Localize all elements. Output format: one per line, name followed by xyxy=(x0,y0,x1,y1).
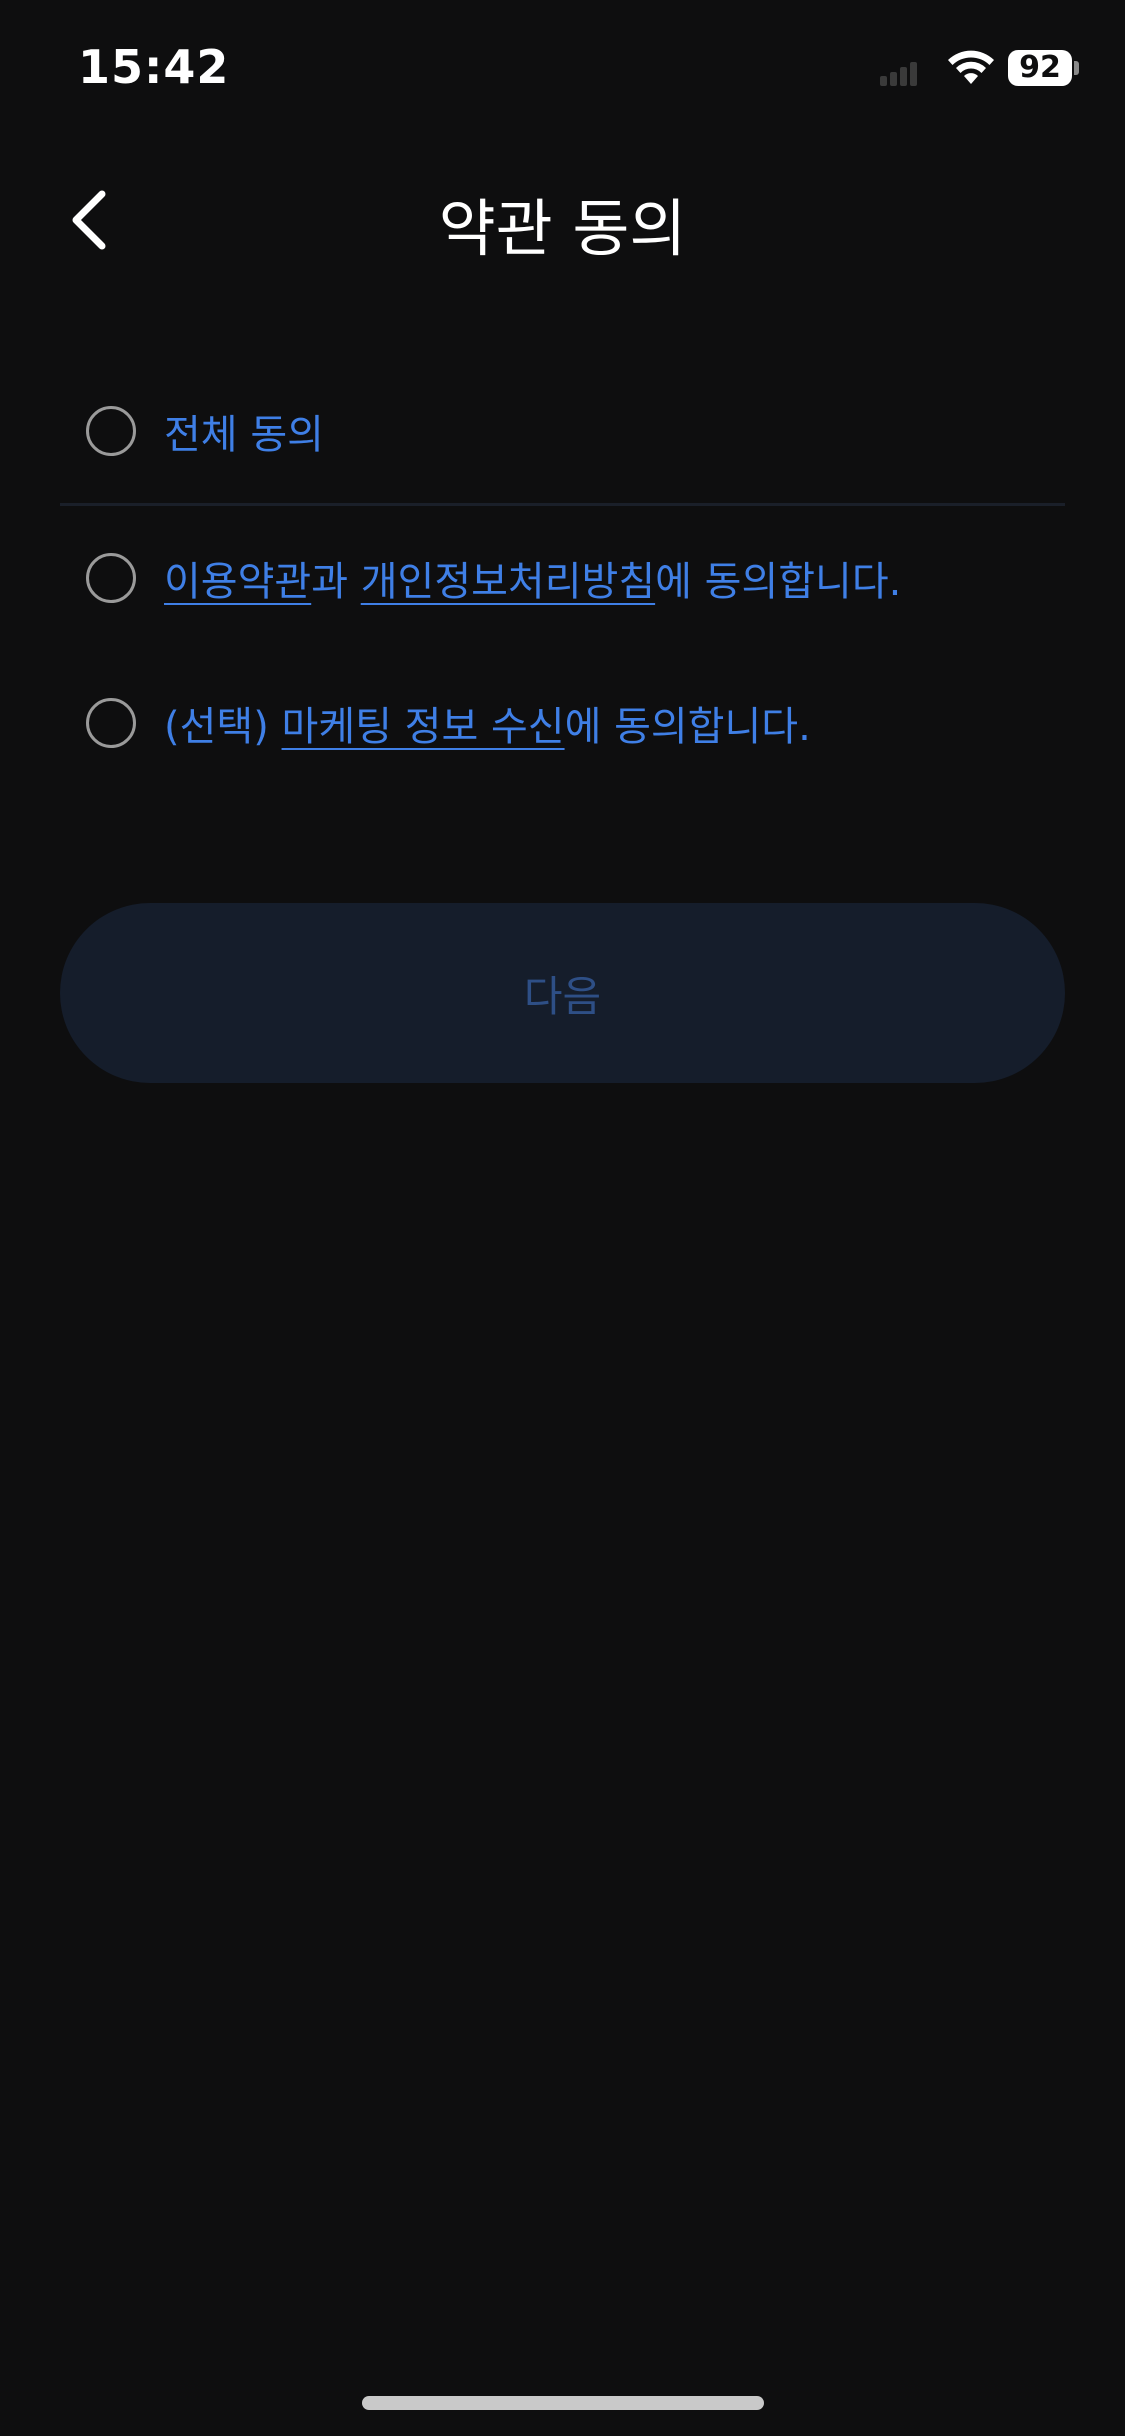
privacy-policy-link[interactable]: 개인정보처리방침 xyxy=(361,559,655,605)
next-button-label: 다음 xyxy=(523,971,602,1021)
status-bar: 15:42 92 xyxy=(0,0,1125,140)
cellular-signal-icon xyxy=(880,62,917,86)
agree-all-row[interactable]: 전체 동의 xyxy=(86,396,1066,466)
terms-connector-text: 과 xyxy=(311,559,361,605)
agree-marketing-label: (선택) 마케팅 정보 수신에 동의합니다. xyxy=(164,694,811,752)
agree-terms-label: 이용약관과 개인정보처리방침에 동의합니다. xyxy=(164,549,901,607)
divider xyxy=(60,503,1065,506)
terms-suffix-text: 에 동의합니다. xyxy=(655,559,902,605)
page-title: 약관 동의 xyxy=(438,192,687,265)
battery-icon: 92 xyxy=(1008,50,1072,86)
marketing-prefix-text: (선택) xyxy=(164,704,282,750)
home-indicator[interactable] xyxy=(362,2396,764,2410)
next-button[interactable]: 다음 xyxy=(60,903,1065,1083)
agree-marketing-row[interactable]: (선택) 마케팅 정보 수신에 동의합니다. xyxy=(86,688,1066,758)
agree-terms-radio[interactable] xyxy=(86,553,136,603)
nav-header: 약관 동의 xyxy=(0,160,1125,270)
wifi-icon xyxy=(948,50,994,84)
battery-level: 92 xyxy=(1019,50,1061,85)
agree-all-label: 전체 동의 xyxy=(164,412,324,458)
marketing-suffix-text: 에 동의합니다. xyxy=(564,704,811,750)
agree-terms-row[interactable]: 이용약관과 개인정보처리방침에 동의합니다. xyxy=(86,543,1066,613)
status-time: 15:42 xyxy=(78,40,230,94)
marketing-info-link[interactable]: 마케팅 정보 수신 xyxy=(282,704,565,750)
agree-marketing-radio[interactable] xyxy=(86,698,136,748)
battery-tip xyxy=(1074,61,1079,75)
terms-of-service-link[interactable]: 이용약관 xyxy=(164,559,311,605)
agree-all-radio[interactable] xyxy=(86,406,136,456)
